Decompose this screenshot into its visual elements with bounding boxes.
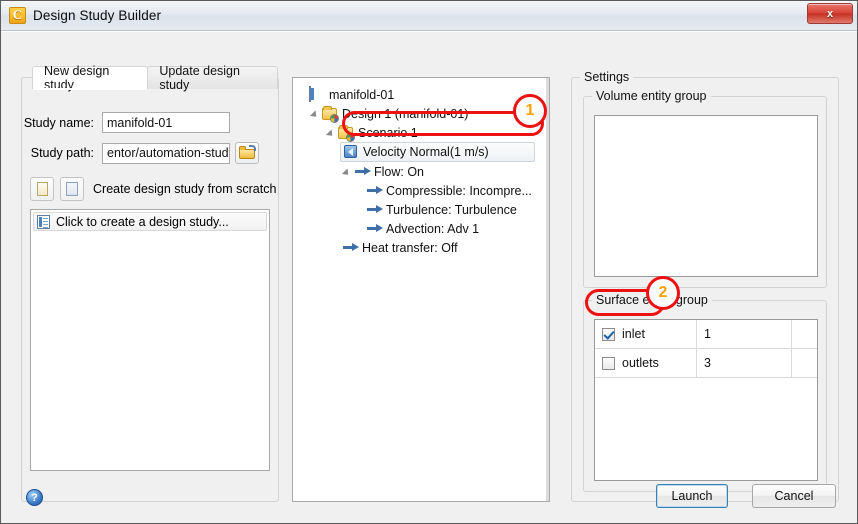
arrow-icon [342,240,359,256]
twisty-none [297,89,308,100]
design-folder-icon [322,105,339,123]
surface-entity-table[interactable]: inlet 1 outlets 3 [594,319,818,481]
tree-node-velocity-normal[interactable]: Velocity Normal(1 m/s) [340,142,535,162]
design-study-icon [37,214,50,229]
tree-node-flow[interactable]: Flow: On [297,162,549,181]
tree-node-compressible[interactable]: Compressible: Incompre... [297,181,549,200]
tree-node-manifold[interactable]: manifold-01 [297,85,549,104]
open-folder-icon [238,145,256,160]
volume-entity-group-legend: Volume entity group [592,89,711,103]
tree-node-label: Advection: Adv 1 [386,221,480,236]
tree-node-label: Compressible: Incompre... [386,183,532,198]
help-icon[interactable]: ? [26,489,43,506]
create-from-scratch-label: Create design study from scratch [93,182,277,196]
tab-strip: New design study Update design study [32,64,278,92]
surface-entity-group: Surface entity group inlet 1 outlets 3 [583,293,827,492]
arrow-icon [366,183,383,199]
tree-node-label: Design 1 (manifold-01) [342,106,469,121]
create-from-scratch-row: Create design study from scratch [30,177,276,201]
inlet-checkbox[interactable] [602,327,615,341]
tree-node-advection[interactable]: Advection: Adv 1 [297,219,549,238]
browse-folder-button[interactable] [235,142,259,164]
model-tree-panel[interactable]: manifold-01 Design 1 (manifold-01) Scena… [292,77,550,502]
tab-update-design-study[interactable]: Update design study [147,64,278,92]
surface-name-label: outlets [622,356,659,370]
settings-legend: Settings [580,70,634,84]
tab-new-design-study[interactable]: New design study [32,64,149,92]
window-title: Design Study Builder [33,8,162,23]
document-list-icon [309,85,325,103]
design-study-listbox[interactable]: Click to create a design study... [30,209,270,471]
title-bar: Design Study Builder x [1,1,857,31]
surface-count-cell: 3 [697,349,792,377]
outlets-checkbox[interactable] [602,356,615,370]
volume-entity-table[interactable] [594,115,818,277]
tree-node-label: Heat transfer: Off [362,240,458,255]
table-row[interactable]: outlets 3 [595,349,817,378]
surface-name-cell[interactable]: inlet [595,320,697,348]
blank-document-button[interactable] [60,177,84,201]
cancel-button[interactable]: Cancel [752,484,836,508]
tree-node-turbulence[interactable]: Turbulence: Turbulence [297,200,549,219]
new-document-button[interactable] [30,177,54,201]
close-button[interactable]: x [807,3,853,24]
tree-scrollbar[interactable] [546,78,549,501]
tree-node-label: Turbulence: Turbulence [386,202,517,217]
annotation-marker-2: 2 [646,276,680,310]
tree-node-label: Flow: On [374,164,425,179]
arrow-icon [354,164,371,180]
surface-extra-cell [792,349,817,377]
study-path-input[interactable]: entor/automation-study [102,142,230,164]
twisty-open-icon[interactable] [310,108,321,119]
annotation-marker-1: 1 [513,94,547,128]
arrow-icon [366,202,383,218]
twisty-open-icon[interactable] [342,166,353,177]
scenario-folder-icon [338,124,355,142]
volume-entity-group: Volume entity group [583,89,827,288]
design-study-builder-window: Design Study Builder x New design study … [0,0,858,524]
tree-node-label: Scenario 1 [358,125,418,140]
table-row[interactable]: inlet 1 [595,320,817,349]
dialog-client-area: New design study Update design study Stu… [1,31,857,523]
list-item[interactable]: Click to create a design study... [33,212,267,231]
new-document-icon [36,182,48,196]
tree-node-heat-transfer[interactable]: Heat transfer: Off [297,238,549,257]
velocity-icon [343,144,359,160]
study-name-input[interactable]: manifold-01 [102,112,230,133]
surface-count-cell: 1 [697,320,792,348]
tree-node-design-1[interactable]: Design 1 (manifold-01) [297,104,549,123]
app-icon [9,7,26,24]
study-path-row: Study path: entor/automation-study [22,142,259,164]
surface-name-label: inlet [622,327,645,341]
tree-node-label: Velocity Normal(1 m/s) [363,145,489,159]
new-design-study-panel: New design study Update design study Stu… [21,64,279,502]
arrow-icon [366,221,383,237]
blank-document-icon [66,182,78,196]
launch-button[interactable]: Launch [656,484,728,508]
list-item-label: Click to create a design study... [56,214,229,229]
tree-node-scenario-1[interactable]: Scenario 1 [297,123,549,142]
surface-extra-cell [792,320,817,348]
surface-name-cell[interactable]: outlets [595,349,697,377]
twisty-open-icon[interactable] [326,127,337,138]
study-name-label: Study name: [23,115,94,130]
study-path-label: Study path: [30,146,94,160]
tree-node-label: manifold-01 [329,87,395,102]
study-name-row: Study name: manifold-01 [22,112,230,133]
